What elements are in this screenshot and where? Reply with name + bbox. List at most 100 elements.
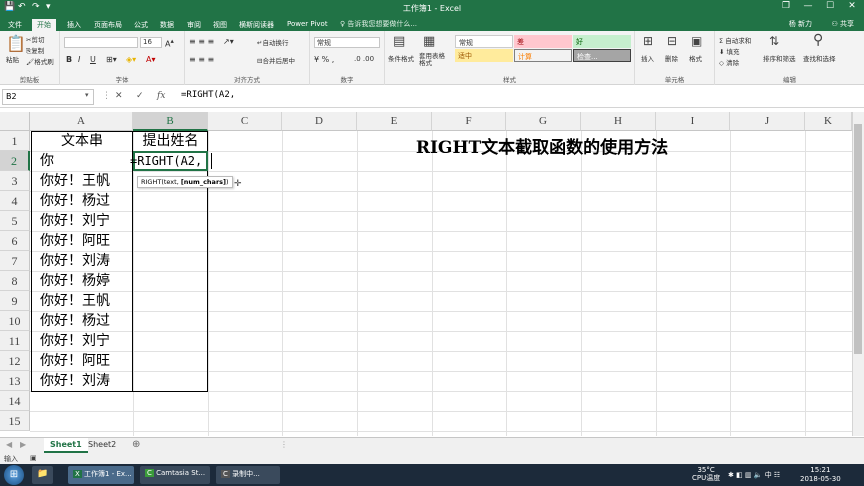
formula-input[interactable]: =RIGHT(A2, [181, 90, 861, 106]
row-header-4[interactable]: 4 [0, 191, 30, 211]
add-sheet-icon[interactable]: ⊕ [132, 439, 140, 450]
clock[interactable]: 15:21 2018-05-30 [800, 466, 841, 484]
tab-formulas[interactable]: 公式 [129, 19, 153, 31]
insert-cells-button[interactable]: 插入 [641, 53, 654, 63]
font-size-select[interactable]: 16 [140, 37, 162, 48]
conditional-format-button[interactable]: 条件格式 [388, 53, 414, 63]
sheet-heading[interactable]: RIGHT文本截取函数的使用方法 [357, 133, 727, 158]
tell-me-search[interactable]: ♀ 告诉我您想要做什么... [340, 19, 417, 29]
copy-button[interactable]: ⎘复制 [26, 45, 44, 56]
fill-color-icon[interactable]: ◈▾ [126, 55, 136, 64]
font-grow-icon[interactable]: A▴ [165, 37, 174, 49]
italic-button[interactable]: I [78, 55, 80, 64]
enter-icon[interactable]: ✓ [136, 91, 144, 101]
row-header-7[interactable]: 7 [0, 251, 30, 271]
name-box[interactable]: B2 [2, 89, 94, 105]
minimize-button[interactable]: — [797, 1, 819, 15]
find-select-button[interactable]: 查找和选择 [803, 53, 836, 63]
tab-reader[interactable]: 横斯阅读器 [234, 19, 279, 31]
sort-filter-button[interactable]: 排序和筛选 [763, 53, 796, 63]
row-header-8[interactable]: 8 [0, 271, 30, 291]
row-header-12[interactable]: 12 [0, 351, 30, 371]
delete-cells-button[interactable]: 删除 [665, 53, 678, 63]
conditional-format-icon[interactable]: ▤ [393, 34, 405, 49]
insert-function-icon[interactable]: fx [157, 91, 165, 101]
cell-a9[interactable]: 你好！王帆 [40, 291, 130, 311]
taskbar-camtasia[interactable]: C Camtasia St... [140, 466, 210, 484]
cell-a6[interactable]: 你好！阿旺 [40, 231, 130, 251]
autosum-button[interactable]: Σ 自动求和 [719, 35, 751, 45]
column-header-f[interactable]: F [432, 112, 506, 131]
delete-cells-icon[interactable]: ⊟ [667, 34, 677, 48]
format-cells-icon[interactable]: ▣ [691, 34, 702, 48]
tab-insert[interactable]: 插入 [62, 19, 86, 31]
row-header-11[interactable]: 11 [0, 331, 30, 351]
tab-review[interactable]: 审阅 [182, 19, 206, 31]
share-button[interactable]: ⚇ 共享 [831, 19, 854, 29]
cancel-icon[interactable]: ✕ [115, 91, 123, 101]
tab-view[interactable]: 视图 [208, 19, 232, 31]
taskbar-recording[interactable]: C 录制中... [216, 466, 280, 484]
style-neutral[interactable]: 适中 [455, 49, 513, 62]
row-header-14[interactable]: 14 [0, 391, 30, 411]
tab-file[interactable]: 文件 [3, 19, 27, 31]
taskbar-excel[interactable]: X 工作簿1 - Ex... [68, 466, 134, 484]
row-header-13[interactable]: 13 [0, 371, 30, 391]
row-header-10[interactable]: 10 [0, 311, 30, 331]
cell-a3[interactable]: 你好！王帆 [40, 171, 130, 191]
cell-a5[interactable]: 你好！刘宁 [40, 211, 130, 231]
maximize-button[interactable]: ☐ [819, 1, 841, 15]
underline-button[interactable]: U [90, 55, 96, 64]
cell-a10[interactable]: 你好！杨过 [40, 311, 130, 331]
row-header-9[interactable]: 9 [0, 291, 30, 311]
cell-a11[interactable]: 你好！刘宁 [40, 331, 130, 351]
ribbon-display-icon[interactable]: ❐ [775, 1, 797, 15]
clear-button[interactable]: ◇ 清除 [719, 57, 739, 67]
worksheet-grid[interactable]: A B C D E F G H I J K 1 2 3 4 5 6 7 8 9 … [0, 112, 852, 436]
column-header-d[interactable]: D [282, 112, 357, 131]
start-button[interactable]: ⊞ [4, 465, 24, 485]
style-bad[interactable]: 差 [514, 35, 572, 48]
cell-b1[interactable]: 提出姓名 [133, 131, 208, 151]
close-button[interactable]: ✕ [841, 1, 863, 15]
cell-a1[interactable]: 文本串 [31, 131, 133, 151]
align-top-icon[interactable]: ≡ ≡ ≡ [189, 37, 214, 46]
column-header-j[interactable]: J [730, 112, 805, 131]
cell-a7[interactable]: 你好！刘涛 [40, 251, 130, 271]
tab-page-layout[interactable]: 页面布局 [89, 19, 127, 31]
style-good[interactable]: 好 [573, 35, 631, 48]
orientation-icon[interactable]: ↗▾ [223, 37, 234, 46]
paste-button[interactable]: 粘贴 [6, 54, 19, 64]
tab-home[interactable]: 开始 [32, 19, 56, 31]
borders-icon[interactable]: ⊞▾ [106, 55, 117, 64]
explorer-icon[interactable]: 📁 [32, 466, 54, 484]
format-painter-button[interactable]: 🖌格式刷 [26, 56, 54, 66]
column-header-i[interactable]: I [656, 112, 730, 131]
cell-a8[interactable]: 你好！杨婷 [40, 271, 130, 291]
number-format-select[interactable]: 常规 [314, 37, 380, 48]
table-format-icon[interactable]: ▦ [423, 34, 435, 49]
column-header-a[interactable]: A [30, 112, 133, 131]
column-header-e[interactable]: E [357, 112, 432, 131]
row-header-3[interactable]: 3 [0, 171, 30, 191]
cell-a12[interactable]: 你好！阿旺 [40, 351, 130, 371]
user-name[interactable]: 杨 新力 [789, 19, 812, 29]
column-header-h[interactable]: H [581, 112, 656, 131]
name-box-dropdown-icon[interactable]: ▾ [85, 91, 89, 99]
macro-record-icon[interactable]: ▣ [30, 454, 37, 462]
cell-a2[interactable]: 你 [40, 151, 130, 171]
align-left-icon[interactable]: ≡ ≡ ≡ [189, 55, 214, 64]
find-select-icon[interactable]: ⚲ [813, 32, 823, 48]
style-normal[interactable]: 常规 [455, 35, 513, 48]
merge-center-button[interactable]: ⊟合并后居中 [257, 55, 295, 65]
style-check[interactable]: 检查... [573, 49, 631, 62]
column-header-b[interactable]: B [133, 112, 208, 131]
cell-a13[interactable]: 你好！刘涛 [40, 371, 130, 391]
bold-button[interactable]: B [66, 55, 72, 64]
wrap-text-button[interactable]: ↵自动换行 [257, 37, 288, 47]
vertical-scroll-thumb[interactable] [854, 124, 862, 354]
row-header-2[interactable]: 2 [0, 151, 30, 171]
fill-button[interactable]: ⬇ 填充 [719, 46, 740, 56]
paste-icon[interactable]: 📋 [6, 34, 26, 53]
column-header-c[interactable]: C [208, 112, 282, 131]
